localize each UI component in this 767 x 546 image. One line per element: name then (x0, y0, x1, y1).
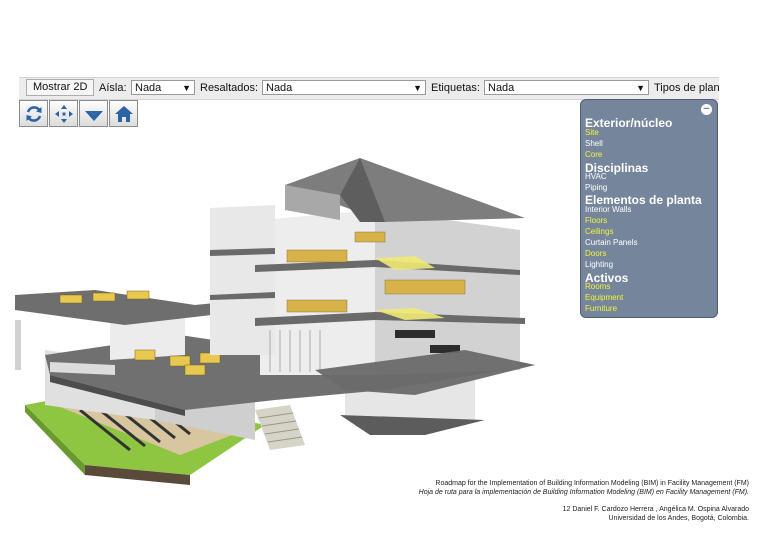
pan-button[interactable] (49, 100, 78, 127)
layer-item-curtain-panels[interactable]: Curtain Panels (585, 238, 637, 247)
chevron-down-icon: ▼ (182, 83, 191, 93)
layer-item-equipment[interactable]: Equipment (585, 293, 623, 302)
layer-item-piping[interactable]: Piping (585, 183, 607, 192)
down-button[interactable] (79, 100, 108, 127)
layer-item-furniture[interactable]: Furniture (585, 304, 617, 313)
highlight-select[interactable]: Nada ▼ (262, 80, 426, 95)
chevron-down-icon: ▼ (636, 83, 645, 93)
credit-title-en: Roadmap for the Implementation of Buildi… (435, 480, 749, 487)
layer-item-core[interactable]: Core (585, 150, 602, 159)
pan-icon (54, 104, 73, 123)
layer-item-lighting[interactable]: Lighting (585, 260, 613, 269)
layer-item-shell[interactable]: Shell (585, 139, 603, 148)
labels-label: Etiquetas: (431, 82, 480, 94)
collapse-icon[interactable]: − (701, 104, 712, 115)
layer-item-site[interactable]: Site (585, 128, 599, 137)
isolate-label: Aísla: (99, 82, 127, 94)
down-arrow-icon (84, 110, 103, 121)
refresh-icon (26, 105, 41, 122)
tower-left-block (210, 205, 275, 355)
layer-item-floors[interactable]: Floors (585, 216, 607, 225)
plan-types-label: Tipos de plan (654, 82, 719, 94)
layer-item-doors[interactable]: Doors (585, 249, 606, 258)
layer-item-hvac[interactable]: HVAC (585, 172, 607, 181)
layer-item-rooms[interactable]: Rooms (585, 282, 610, 291)
credit-affiliation: Universidad de los Andes, Bogotá, Colomb… (608, 515, 749, 522)
building-3d-model[interactable] (15, 150, 535, 495)
refresh-button[interactable] (19, 100, 48, 127)
isolate-select[interactable]: Nada ▼ (131, 80, 195, 95)
navigation-toolbar (19, 100, 139, 128)
model-browser-panel: − Exterior/núcleo Site Shell Core Discip… (580, 99, 718, 318)
layer-item-ceilings[interactable]: Ceilings (585, 227, 613, 236)
layer-item-interior-walls[interactable]: Interior Walls (585, 205, 631, 214)
highlight-value: Nada (266, 82, 293, 94)
highlight-label: Resaltados: (200, 82, 259, 94)
labels-value: Nada (488, 82, 515, 94)
isolate-value: Nada (135, 82, 162, 94)
labels-select[interactable]: Nada ▼ (484, 80, 649, 95)
home-icon (114, 105, 133, 122)
stairs (255, 405, 305, 450)
home-button[interactable] (109, 100, 138, 127)
chevron-down-icon: ▼ (413, 83, 422, 93)
credit-authors: 12 Daniel F. Cardozo Herrera , Angélica … (562, 506, 749, 513)
credit-title-es: Hoja de ruta para la implementación de B… (418, 489, 749, 496)
viewer-toolbar: Mostrar 2D Aísla: Nada ▼ Resaltados: Nada… (19, 77, 719, 100)
show-2d-button[interactable]: Mostrar 2D (26, 79, 95, 96)
